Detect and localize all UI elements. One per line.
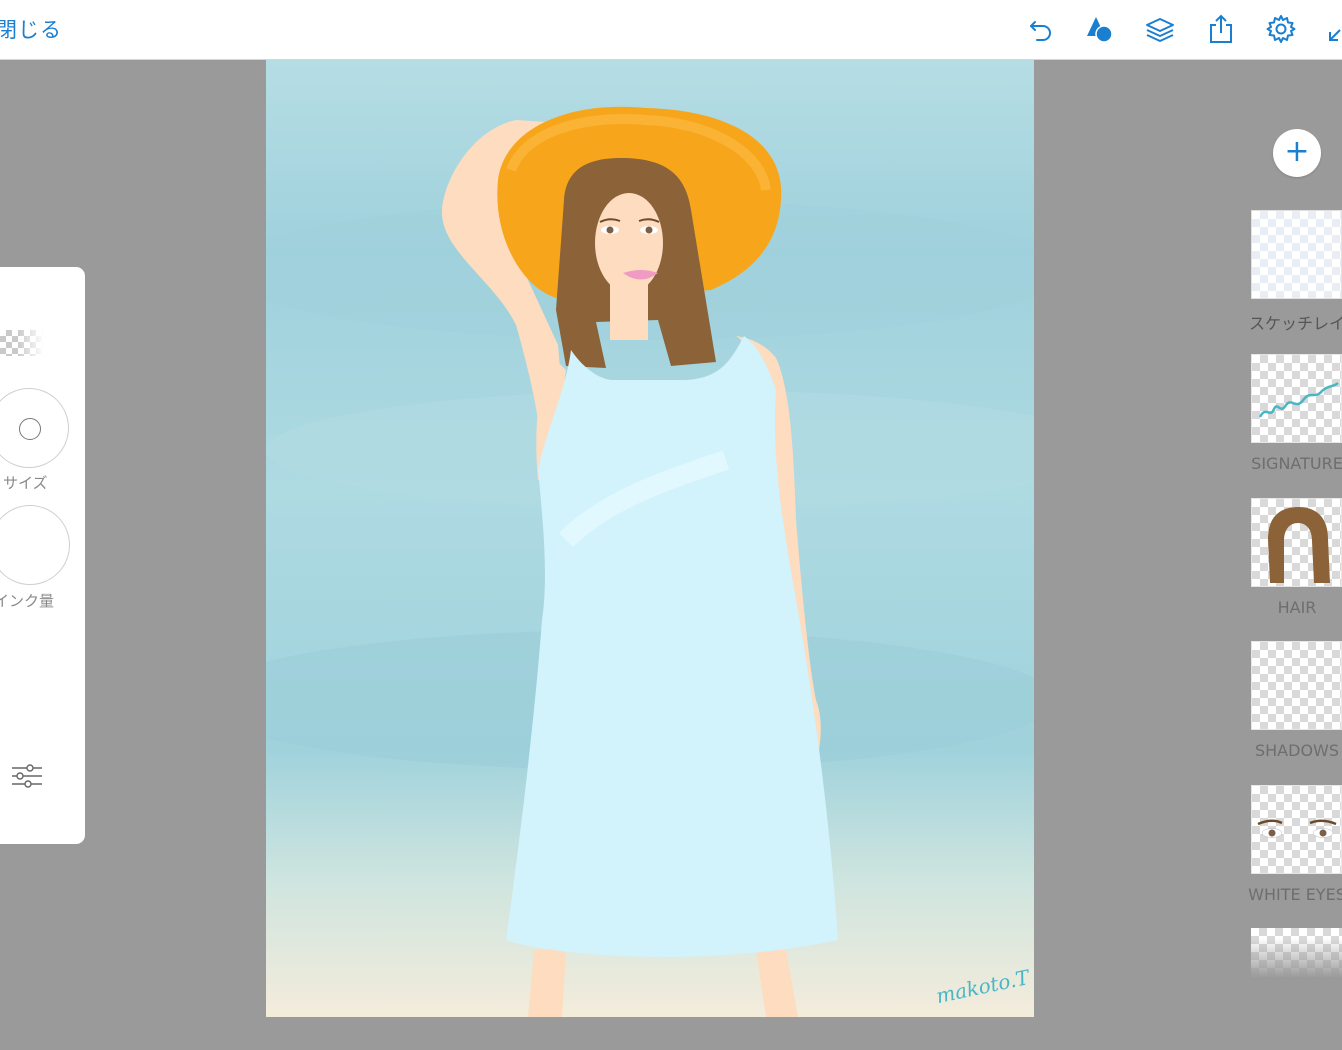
drawing-canvas[interactable]: makoto.T <box>266 60 1034 1017</box>
layer-thumbnail <box>1251 785 1342 874</box>
layer-partial-next[interactable] <box>1251 928 1342 978</box>
layer-hair[interactable]: HAIR <box>1251 498 1342 617</box>
layer-sketch[interactable]: スケッチレイ <box>1249 210 1342 333</box>
layers-icon[interactable] <box>1145 14 1175 44</box>
layer-label: HAIR <box>1277 598 1317 617</box>
undo-icon[interactable] <box>1026 14 1056 44</box>
layer-white-eyes[interactable]: WHITE EYES <box>1248 785 1342 904</box>
gear-icon[interactable] <box>1266 14 1296 44</box>
layer-thumbnail <box>1251 210 1342 299</box>
ink-flow-dial[interactable] <box>0 505 70 585</box>
layer-label: SIGNATURE <box>1251 454 1342 473</box>
collapse-icon[interactable] <box>1326 14 1342 44</box>
layer-thumbnail <box>1251 354 1342 443</box>
layer-label: SHADOWS <box>1254 741 1340 760</box>
ink-flow-label: インク量 <box>0 592 55 610</box>
layer-shadows[interactable]: SHADOWS <box>1251 641 1342 760</box>
artwork-illustration: makoto.T <box>266 106 1034 1017</box>
top-toolbar: 閉じる <box>0 0 1342 60</box>
canvas-signature: makoto.T <box>934 965 1033 1008</box>
layer-thumbnail <box>1251 641 1342 730</box>
brush-opacity-swatch[interactable] <box>0 330 44 356</box>
shapes-icon[interactable] <box>1085 14 1115 44</box>
brush-settings-panel: サイズ インク量 <box>0 267 85 844</box>
layer-signature[interactable]: SIGNATURE <box>1251 354 1342 473</box>
share-icon[interactable] <box>1206 14 1236 44</box>
add-layer-button[interactable]: + <box>1273 129 1321 177</box>
layer-thumbnail <box>1251 498 1342 587</box>
size-label: サイズ <box>3 474 48 492</box>
close-button[interactable]: 閉じる <box>0 14 62 44</box>
brush-settings-sliders-icon[interactable] <box>10 759 44 793</box>
layer-label: スケッチレイ <box>1248 314 1342 333</box>
brush-size-indicator <box>19 418 41 440</box>
layer-label: WHITE EYES <box>1248 885 1342 904</box>
size-dial[interactable] <box>0 388 69 468</box>
